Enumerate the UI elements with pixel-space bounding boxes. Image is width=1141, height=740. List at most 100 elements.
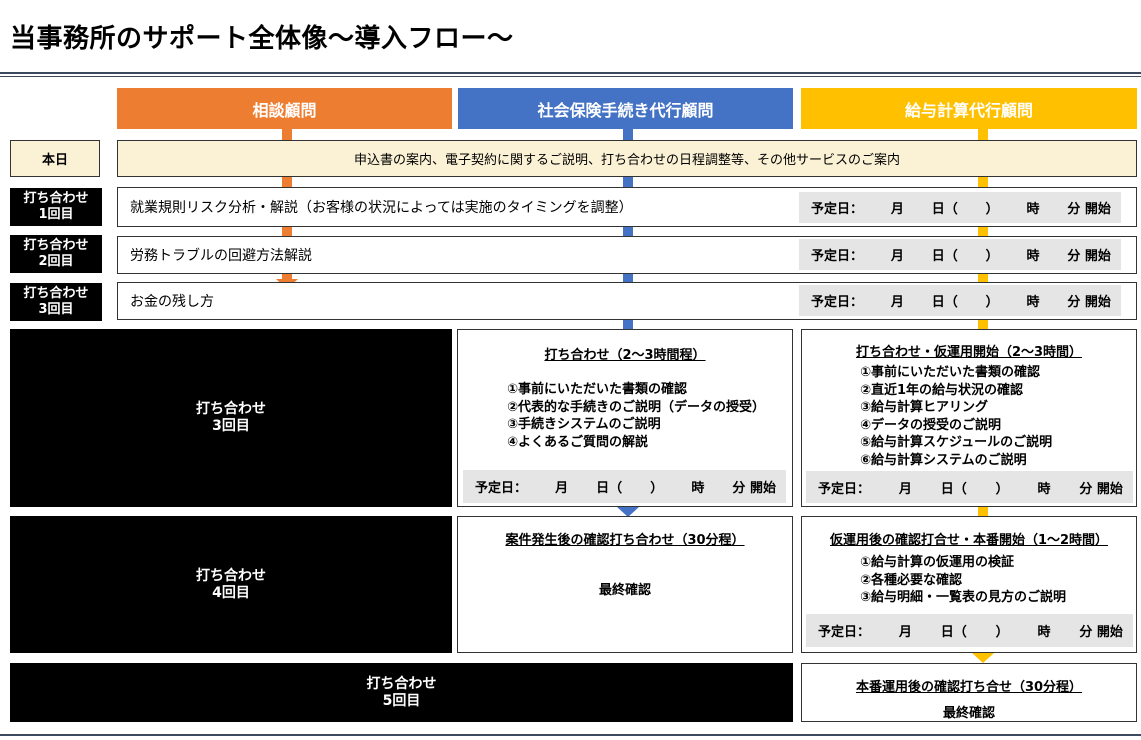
big-meeting-5-line2: 5回目 [382, 692, 421, 709]
schedule-start: 開始 [1084, 295, 1111, 310]
meeting-3-description: お金の残し方 [130, 294, 214, 310]
list-item: ②各種必要な確認 [860, 572, 963, 588]
kyuyo-meeting-4-schedule: 予定日： 月 日（ ） 時 分 開始 [806, 614, 1133, 647]
big-meeting-5-line1: 打ち合わせ [366, 675, 437, 692]
schedule-month: 月 [555, 481, 569, 496]
schedule-weekday-close: ） [995, 625, 1009, 640]
shaho-meeting-4-note: 最終確認 [598, 583, 651, 598]
meeting-3-label-line2: 3回目 [38, 302, 74, 317]
list-item: ②代表的な手続きのご説明（データの授受） [507, 399, 766, 415]
big-meeting-3-line2: 3回目 [212, 418, 250, 434]
list-item: ①給与計算の仮運用の検証 [860, 555, 1015, 570]
schedule-start: 開始 [1084, 249, 1111, 264]
meeting-1-label-line1: 打ち合わせ [23, 191, 89, 206]
shaho-meeting-4-panel: 案件発生後の確認打ち合わせ（30分程） 最終確認 [457, 516, 793, 653]
list-item: ①事前にいただいた書類の確認 [860, 365, 1041, 380]
shaho-meeting-3-list: ①事前にいただいた書類の確認 ②代表的な手続きのご説明（データの授受） ③手続き… [507, 381, 765, 451]
schedule-start: 開始 [1084, 202, 1111, 217]
meeting-1-description: 就業規則リスク分析・解説（お客様の状況によっては実施のタイミングを調整） [130, 200, 633, 216]
schedule-minute: 分 [1067, 202, 1081, 217]
list-item: ⑤給与計算スケジュールのご説明 [860, 435, 1053, 450]
schedule-date-label: 予定日： [818, 625, 871, 640]
column-header-shaho: 社会保険手続き代行顧問 [458, 88, 793, 129]
big-meeting-5-block: 打ち合わせ 5回目 [10, 663, 793, 722]
schedule-date-label: 予定日： [818, 481, 871, 497]
schedule-day: 日（ [931, 249, 958, 264]
schedule-day: 日（ [931, 202, 958, 217]
schedule-day: 日（ [596, 481, 623, 496]
schedule-weekday-close: ） [985, 295, 999, 310]
meeting-2-schedule: 予定日： 月 日（ ） 時 分 開始 [799, 239, 1121, 270]
kyuyo-meeting-3-panel: 打ち合わせ・仮運用開始（2～3時間） ①事前にいただいた書類の確認 ②直近1年の… [801, 329, 1137, 507]
meeting-2-description: 労務トラブルの回避方法解説 [130, 248, 312, 264]
schedule-date-label: 予定日： [811, 295, 864, 310]
today-label: 本日 [10, 140, 100, 177]
schedule-day: 日（ [940, 481, 967, 497]
title-divider-thin [0, 76, 1141, 77]
kyuyo-meeting-5-panel: 本番運用後の確認打ち合せ（30分程） 最終確認 [801, 663, 1137, 722]
column-header-kyuyo: 給与計算代行顧問 [801, 88, 1137, 129]
schedule-date-label: 予定日： [811, 202, 864, 217]
today-description: 申込書の案内、電子契約に関するご説明、打ち合わせの日程調整等、その他サービスのご… [117, 140, 1137, 177]
schedule-weekday-close: ） [650, 481, 664, 496]
meeting-2-label: 打ち合わせ 2回目 [10, 235, 102, 273]
list-item: ④よくあるご質問の解説 [507, 434, 649, 450]
kyuyo-meeting-4-panel: 仮運用後の確認打合せ・本番開始（1～2時間） ①給与計算の仮運用の検証 ②各種必… [801, 516, 1137, 653]
shaho-meeting-3-schedule: 予定日： 月 日（ ） 時 分 開始 [463, 470, 786, 503]
list-item: ⑥給与計算システムのご説明 [860, 452, 1027, 468]
schedule-minute: 分 [1079, 481, 1093, 497]
kyuyo-meeting-3-list: ①事前にいただいた書類の確認 ②直近1年の給与状況の確認 ③給与計算ヒアリング … [860, 364, 1052, 469]
schedule-weekday-close: ） [995, 481, 1009, 497]
schedule-start: 開始 [1096, 481, 1123, 497]
schedule-date-label: 予定日： [475, 481, 528, 496]
list-item: ③手続きシステムのご説明 [507, 417, 661, 432]
schedule-weekday-close: ） [985, 249, 999, 264]
schedule-weekday-close: ） [985, 202, 999, 217]
big-meeting-4-line1: 打ち合わせ [196, 567, 266, 584]
list-item: ④データの授受のご説明 [860, 417, 1002, 433]
schedule-month: 月 [890, 295, 904, 310]
list-item: ①事前にいただいた書類の確認 [507, 382, 688, 397]
title-divider [0, 72, 1141, 74]
schedule-minute: 分 [1067, 249, 1081, 264]
column-header-consulting: 相談顧問 [117, 88, 452, 129]
kyuyo-meeting-4-title: 仮運用後の確認打合せ・本番開始（1～2時間） [829, 533, 1109, 548]
schedule-month: 月 [898, 625, 912, 640]
schedule-month: 月 [890, 202, 904, 217]
shaho-meeting-4-title: 案件発生後の確認打ち合わせ（30分程） [505, 533, 745, 548]
schedule-hour: 時 [1037, 481, 1051, 497]
meeting-1-label-line2: 1回目 [38, 207, 74, 222]
meeting-3-label: 打ち合わせ 3回目 [10, 283, 102, 321]
schedule-minute: 分 [732, 481, 746, 496]
big-meeting-3-line1: 打ち合わせ [196, 401, 266, 417]
meeting-2-label-line1: 打ち合わせ [23, 238, 89, 253]
meeting-1-label: 打ち合わせ 1回目 [10, 188, 102, 226]
big-meeting-4-block: 打ち合わせ 4回目 [10, 516, 452, 653]
kyuyo-meeting-5-note: 最終確認 [942, 706, 995, 721]
meeting-3-label-line1: 打ち合わせ [23, 286, 89, 301]
kyuyo-meeting-3-title: 打ち合わせ・仮運用開始（2～3時間） [855, 345, 1083, 360]
kyuyo-meeting-4-list: ①給与計算の仮運用の検証 ②各種必要な確認 ③給与明細・一覧表の見方のご説明 [860, 554, 1066, 607]
list-item: ③給与明細・一覧表の見方のご説明 [860, 590, 1067, 605]
kyuyo-meeting-5-title: 本番運用後の確認打ち合せ（30分程） [855, 680, 1083, 695]
list-item: ③給与計算ヒアリング [860, 400, 989, 415]
list-item: ②直近1年の給与状況の確認 [860, 382, 1024, 398]
schedule-month: 月 [898, 481, 912, 497]
schedule-hour: 時 [691, 481, 705, 496]
page-title: 当事務所のサポート全体像～導入フロー～ [10, 24, 514, 54]
schedule-hour: 時 [1026, 202, 1040, 217]
meeting-2-label-line2: 2回目 [38, 254, 74, 269]
shaho-meeting-3-panel: 打ち合わせ（2～3時間程） ①事前にいただいた書類の確認 ②代表的な手続きのご説… [457, 329, 793, 507]
schedule-day: 日（ [940, 625, 967, 640]
schedule-day: 日（ [931, 295, 958, 310]
big-meeting-4-line2: 4回目 [212, 584, 250, 601]
schedule-start: 開始 [749, 481, 776, 496]
schedule-minute: 分 [1079, 625, 1093, 640]
schedule-start: 開始 [1096, 625, 1123, 640]
shaho-meeting-3-title: 打ち合わせ（2～3時間程） [544, 348, 706, 363]
schedule-minute: 分 [1067, 295, 1081, 310]
schedule-hour: 時 [1026, 295, 1040, 310]
big-meeting-3-block: 打ち合わせ 3回目 [10, 329, 452, 507]
meeting-3-schedule: 予定日： 月 日（ ） 時 分 開始 [799, 285, 1121, 316]
schedule-month: 月 [890, 249, 904, 264]
